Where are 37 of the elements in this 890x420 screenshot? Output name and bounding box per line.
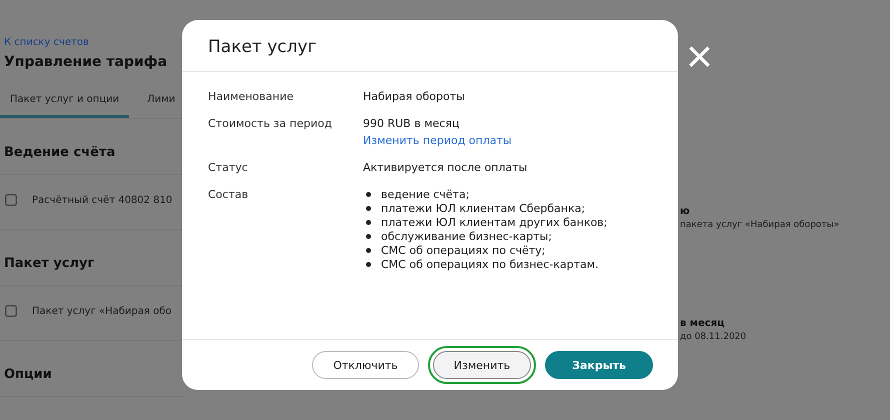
bullet-icon: [366, 248, 371, 253]
bullet-icon: [366, 206, 371, 211]
field-value: 990 RUB в месяц: [363, 117, 460, 130]
section-heading: Пакет услуг: [4, 256, 94, 271]
dialog-button[interactable]: Изменить: [432, 351, 532, 379]
dialog-title: Пакет услуг: [208, 37, 316, 57]
field-label: Состав: [208, 188, 250, 203]
row-text: пакета услуг «Набирая обороты»: [680, 220, 840, 230]
row-text: до 08.11.2020: [680, 332, 748, 342]
bullet-icon: [366, 234, 371, 239]
bullet-icon: [366, 220, 371, 225]
list-item: СМС об операциях по счёту;: [381, 244, 546, 257]
field-label: Стоимость за период: [208, 117, 333, 132]
tab[interactable]: Лими: [137, 94, 182, 118]
list-item: ведение счёта;: [381, 188, 470, 201]
list-item: платежи ЮЛ клиентам Сбербанка;: [381, 202, 586, 215]
section-heading: Ведение счёта: [4, 145, 116, 160]
row-text: Расчётный счёт 40802 810: [32, 194, 172, 206]
field-label: Наименование: [208, 90, 294, 103]
row-title: в месяц: [680, 318, 726, 329]
list-item: обслуживание бизнес-карты;: [381, 230, 552, 243]
section-heading: Опции: [4, 367, 52, 382]
close-button[interactable]: Закрыть: [545, 351, 653, 379]
change-period-link[interactable]: Изменить период оплаты: [363, 134, 512, 147]
list-item: платежи ЮЛ клиентам других банков;: [381, 216, 608, 229]
field-label: Статус: [208, 161, 249, 174]
dialog-button[interactable]: Отключить: [312, 351, 419, 379]
row-text: Пакет услуг «Набирая обо: [32, 306, 172, 316]
tab[interactable]: Пакет услуг и опции: [0, 94, 130, 118]
field-value: Набирая обороты: [363, 90, 465, 103]
back-link[interactable]: К списку счетов: [4, 37, 89, 48]
bullet-icon: [366, 262, 371, 267]
page-title: Управление тарифа: [4, 54, 168, 70]
bullet-icon: [366, 192, 371, 197]
row-title: ю: [680, 206, 691, 217]
field-value: Активируется после оплаты: [363, 161, 528, 174]
list-item: СМС об операциях по бизнес-картам.: [381, 258, 599, 271]
